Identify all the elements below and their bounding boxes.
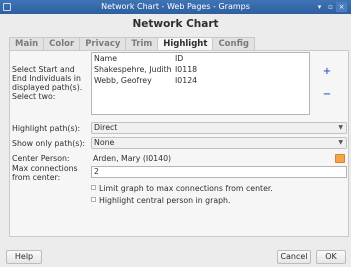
highlight-center-checkbox[interactable]: Highlight central person in graph. <box>91 196 230 205</box>
tab-color[interactable]: Color <box>43 37 81 50</box>
limit-graph-label: Limit graph to max connections from cent… <box>99 184 273 193</box>
window: Network Chart - Web Pages - Gramps ▾ ▫ ×… <box>0 0 351 267</box>
center-person-label: Center Person: <box>12 154 70 163</box>
tab-config[interactable]: Config <box>212 37 255 50</box>
ok-button[interactable]: OK <box>316 250 346 264</box>
select-person-button[interactable] <box>335 154 345 163</box>
add-person-button[interactable]: + <box>322 67 332 77</box>
window-controls: ▾ ▫ × <box>314 2 347 12</box>
tab-highlight[interactable]: Highlight <box>157 37 214 51</box>
chevron-down-icon: ▼ <box>338 139 343 146</box>
window-title: Network Chart - Web Pages - Gramps <box>101 2 250 11</box>
help-button[interactable]: Help <box>6 250 42 264</box>
tab-privacy[interactable]: Privacy <box>79 37 127 50</box>
dialog-title: Network Chart <box>132 18 219 30</box>
tab-trim[interactable]: Trim <box>125 37 159 50</box>
individuals-list[interactable]: Name ID Shakespehre, Judith I0118 Webb, … <box>91 52 310 115</box>
title-bar: Network Chart - Web Pages - Gramps ▾ ▫ × <box>0 0 351 14</box>
minimize-icon[interactable]: ▾ <box>314 2 325 12</box>
show-only-label: Show only path(s): <box>12 139 85 148</box>
tab-main[interactable]: Main <box>9 37 45 50</box>
remove-person-button[interactable]: − <box>322 90 332 100</box>
list-item-name[interactable]: Shakespehre, Judith <box>94 65 172 74</box>
checkbox-icon <box>91 197 96 202</box>
checkbox-icon <box>91 185 96 190</box>
maximize-icon[interactable]: ▫ <box>325 2 336 12</box>
window-menu-icon[interactable] <box>3 3 11 11</box>
limit-graph-checkbox[interactable]: Limit graph to max connections from cent… <box>91 184 273 193</box>
center-person-value: Arden, Mary (I0140) <box>93 154 172 163</box>
max-connections-input[interactable]: 2 <box>91 166 347 178</box>
max-connections-label: Max connections from center: <box>12 164 78 182</box>
close-icon[interactable]: × <box>336 2 347 12</box>
highlight-paths-select[interactable]: Direct ▼ <box>91 122 347 134</box>
tab-bar: Main Color Privacy Trim Highlight Config <box>9 37 255 51</box>
select-individuals-label: Select Start and End Individuals in disp… <box>12 65 83 101</box>
highlight-center-label: Highlight central person in graph. <box>99 196 231 205</box>
chevron-down-icon: ▼ <box>338 124 343 131</box>
list-item-id: I0124 <box>175 76 198 85</box>
show-only-value: None <box>94 138 115 147</box>
list-item-id: I0118 <box>175 65 198 74</box>
cancel-button[interactable]: Cancel <box>277 250 311 264</box>
highlight-paths-value: Direct <box>94 123 118 132</box>
list-item-name[interactable]: Webb, Geofrey <box>94 76 152 85</box>
name-column-header[interactable]: Name <box>94 54 117 63</box>
highlight-paths-label: Highlight path(s): <box>12 124 81 133</box>
show-only-select[interactable]: None ▼ <box>91 137 347 149</box>
id-column-header[interactable]: ID <box>175 54 183 63</box>
